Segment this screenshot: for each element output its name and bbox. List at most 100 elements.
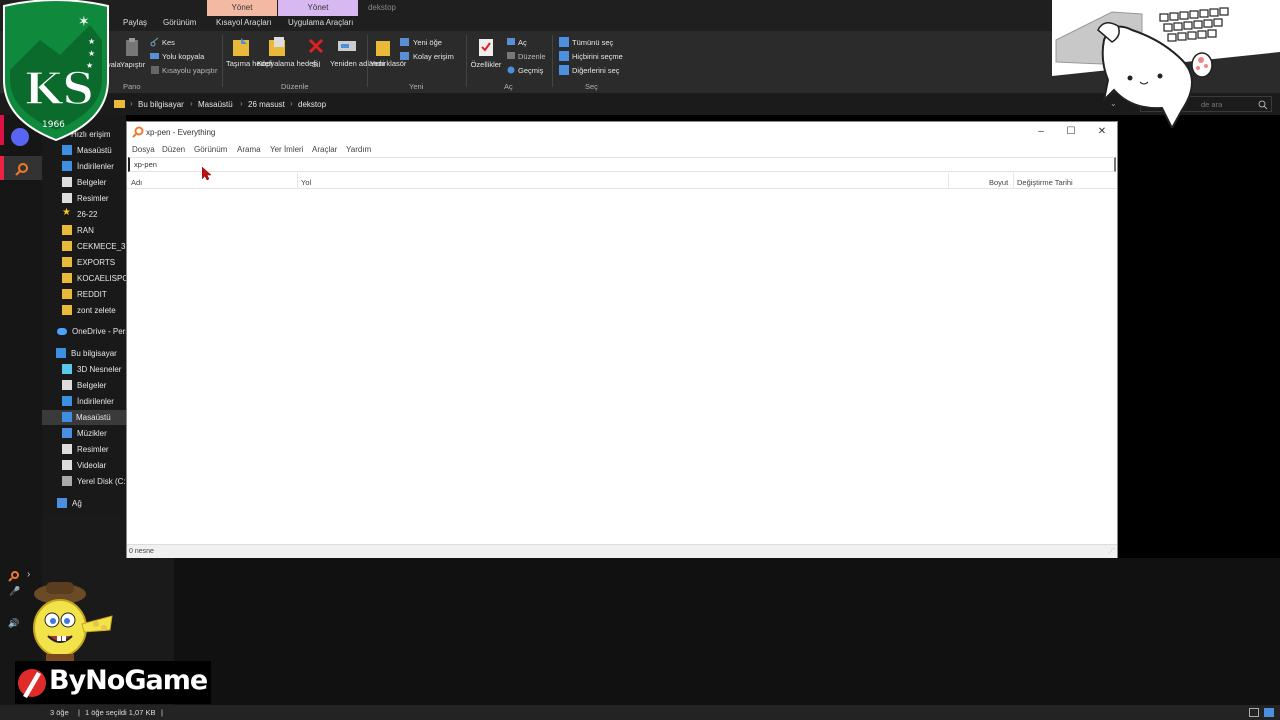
nav-label: Belgeler bbox=[77, 178, 107, 187]
chevron-right-icon: › bbox=[190, 99, 193, 108]
tiles-view-button[interactable] bbox=[1264, 708, 1274, 717]
menu-tools[interactable]: Araçlar bbox=[312, 145, 337, 154]
nav-this-pc-item[interactable]: Masaüstü bbox=[42, 410, 126, 425]
desktop-background bbox=[126, 558, 1280, 705]
copy-path-button[interactable]: Yolu kopyala bbox=[162, 52, 204, 61]
paste-button[interactable]: Yapıştır bbox=[120, 60, 145, 69]
column-divider[interactable] bbox=[948, 173, 949, 189]
titlebar[interactable]: xp-pen - Everything – ☐ ✕ bbox=[127, 122, 1117, 142]
bynogame-logo-icon bbox=[18, 669, 46, 698]
explorer-status-bar: 3 öğe | 1 öğe seçildi 1,07 KB | bbox=[0, 705, 1280, 720]
select-none-icon bbox=[559, 51, 569, 61]
paste-shortcut-button[interactable]: Kısayolu yapıştır bbox=[162, 66, 217, 75]
nav-label: Ağ bbox=[72, 499, 82, 508]
easy-access-button[interactable]: Kolay erişim bbox=[413, 52, 454, 61]
minimize-button[interactable]: – bbox=[1027, 125, 1055, 139]
menu-edit[interactable]: Düzen bbox=[162, 145, 185, 154]
chevron-right-icon: › bbox=[130, 99, 133, 108]
breadcrumb-desktop[interactable]: Masaüstü bbox=[198, 100, 233, 109]
search-tray-icon[interactable] bbox=[8, 570, 20, 582]
search-input[interactable] bbox=[128, 157, 1116, 172]
bongo-cat-overlay bbox=[1052, 0, 1280, 128]
separator bbox=[552, 35, 553, 87]
copy-to-button[interactable]: Kopyalama hedefi bbox=[257, 60, 317, 68]
nav-label: Bu bilgisayar bbox=[71, 349, 117, 358]
tab-view[interactable]: Görünüm bbox=[163, 18, 196, 27]
copy-to-icon bbox=[269, 37, 285, 56]
column-date-modified[interactable]: Değiştirme Tarihi bbox=[1017, 178, 1073, 187]
cut-button[interactable]: Kes bbox=[162, 38, 175, 47]
open-button[interactable]: Aç bbox=[518, 38, 527, 47]
chevron-right-icon[interactable]: › bbox=[27, 569, 30, 580]
nav-label: Resimler bbox=[77, 445, 109, 454]
new-folder-button[interactable]: Yeni klasör bbox=[370, 60, 406, 68]
star-icon: ★ bbox=[62, 207, 71, 218]
chevron-right-icon: › bbox=[240, 99, 243, 108]
column-size[interactable]: Boyut bbox=[989, 178, 1008, 187]
microphone-icon[interactable]: 🎤 bbox=[9, 586, 20, 597]
mascot-sponge-icon bbox=[33, 582, 113, 662]
move-to-button[interactable]: Taşıma hedefi bbox=[226, 60, 273, 68]
nav-label: İndirilenler bbox=[77, 397, 114, 406]
select-none-button[interactable]: Hiçbirini seçme bbox=[572, 52, 623, 61]
svg-text:✶: ✶ bbox=[78, 14, 90, 30]
breadcrumb-this-pc[interactable]: Bu bilgisayar bbox=[138, 100, 184, 109]
nav-label: EXPORTS bbox=[77, 258, 116, 267]
column-divider[interactable] bbox=[297, 173, 298, 189]
menu-file[interactable]: Dosya bbox=[132, 145, 155, 154]
column-divider[interactable] bbox=[1013, 173, 1014, 189]
menu-search[interactable]: Arama bbox=[237, 145, 261, 154]
tab-app-tools[interactable]: Uygulama Araçları bbox=[288, 18, 353, 27]
download-icon bbox=[62, 161, 72, 171]
context-tab-manage-shortcut[interactable]: Yönet bbox=[207, 0, 277, 16]
cloud-icon bbox=[57, 328, 67, 335]
column-path[interactable]: Yol bbox=[301, 178, 311, 187]
menu-view[interactable]: Görünüm bbox=[194, 145, 227, 154]
history-icon bbox=[507, 66, 515, 74]
speaker-icon[interactable]: 🔊 bbox=[8, 618, 19, 629]
delete-button[interactable]: Sil bbox=[306, 60, 326, 69]
details-view-button[interactable] bbox=[1249, 708, 1259, 717]
group-organize: Düzenle bbox=[281, 82, 309, 91]
group-clipboard: Pano bbox=[123, 82, 141, 91]
document-icon bbox=[62, 177, 72, 187]
status-separator: | bbox=[161, 708, 163, 717]
history-button[interactable]: Geçmiş bbox=[518, 66, 543, 75]
item-count: 3 öğe bbox=[50, 708, 69, 717]
folder-icon bbox=[62, 257, 72, 267]
results-list[interactable] bbox=[127, 189, 1117, 544]
new-item-button[interactable]: Yeni öğe bbox=[413, 38, 442, 47]
move-to-icon bbox=[233, 38, 249, 56]
invert-selection-button[interactable]: Diğerlerini seç bbox=[572, 66, 620, 75]
nav-label: 3D Nesneler bbox=[77, 365, 122, 374]
cube-icon bbox=[62, 364, 72, 374]
tab-shortcut-tools[interactable]: Kısayol Araçları bbox=[216, 18, 272, 27]
menu-bookmarks[interactable]: Yer İmleri bbox=[270, 145, 304, 154]
status-separator: | bbox=[78, 708, 80, 717]
menu-bar: Dosya Düzen Görünüm Arama Yer İmleri Ara… bbox=[127, 142, 1117, 156]
rename-button[interactable]: Yeniden adlandır bbox=[330, 60, 386, 68]
context-tab-manage-app[interactable]: Yönet bbox=[278, 0, 358, 16]
edit-button[interactable]: Düzenle bbox=[518, 52, 546, 61]
invert-selection-icon bbox=[559, 65, 569, 75]
selected-info: 1 öğe seçildi 1,07 KB bbox=[85, 708, 156, 717]
properties-button[interactable]: Özellikler bbox=[469, 60, 503, 69]
column-name[interactable]: Adı bbox=[131, 178, 142, 187]
new-folder-icon bbox=[376, 41, 390, 56]
tab-share[interactable]: Paylaş bbox=[123, 18, 147, 27]
nav-label: Resimler bbox=[77, 194, 109, 203]
separator bbox=[466, 35, 467, 87]
resize-grip-icon[interactable]: ⋰ bbox=[1108, 547, 1115, 555]
nav-label: Videolar bbox=[77, 461, 107, 470]
delete-icon bbox=[308, 38, 324, 54]
breadcrumb-dekstop[interactable]: dekstop bbox=[298, 100, 326, 109]
app-icon-pink[interactable] bbox=[0, 156, 4, 180]
nav-label: RAN bbox=[77, 226, 94, 235]
folder-icon bbox=[62, 289, 72, 299]
pc-icon bbox=[56, 348, 66, 358]
menu-help[interactable]: Yardım bbox=[346, 145, 371, 154]
search-app-icon[interactable] bbox=[2, 156, 42, 180]
select-all-button[interactable]: Tümünü seç bbox=[572, 38, 613, 47]
breadcrumb-26-masust[interactable]: 26 masust bbox=[248, 100, 285, 109]
everything-app-icon bbox=[132, 126, 144, 138]
